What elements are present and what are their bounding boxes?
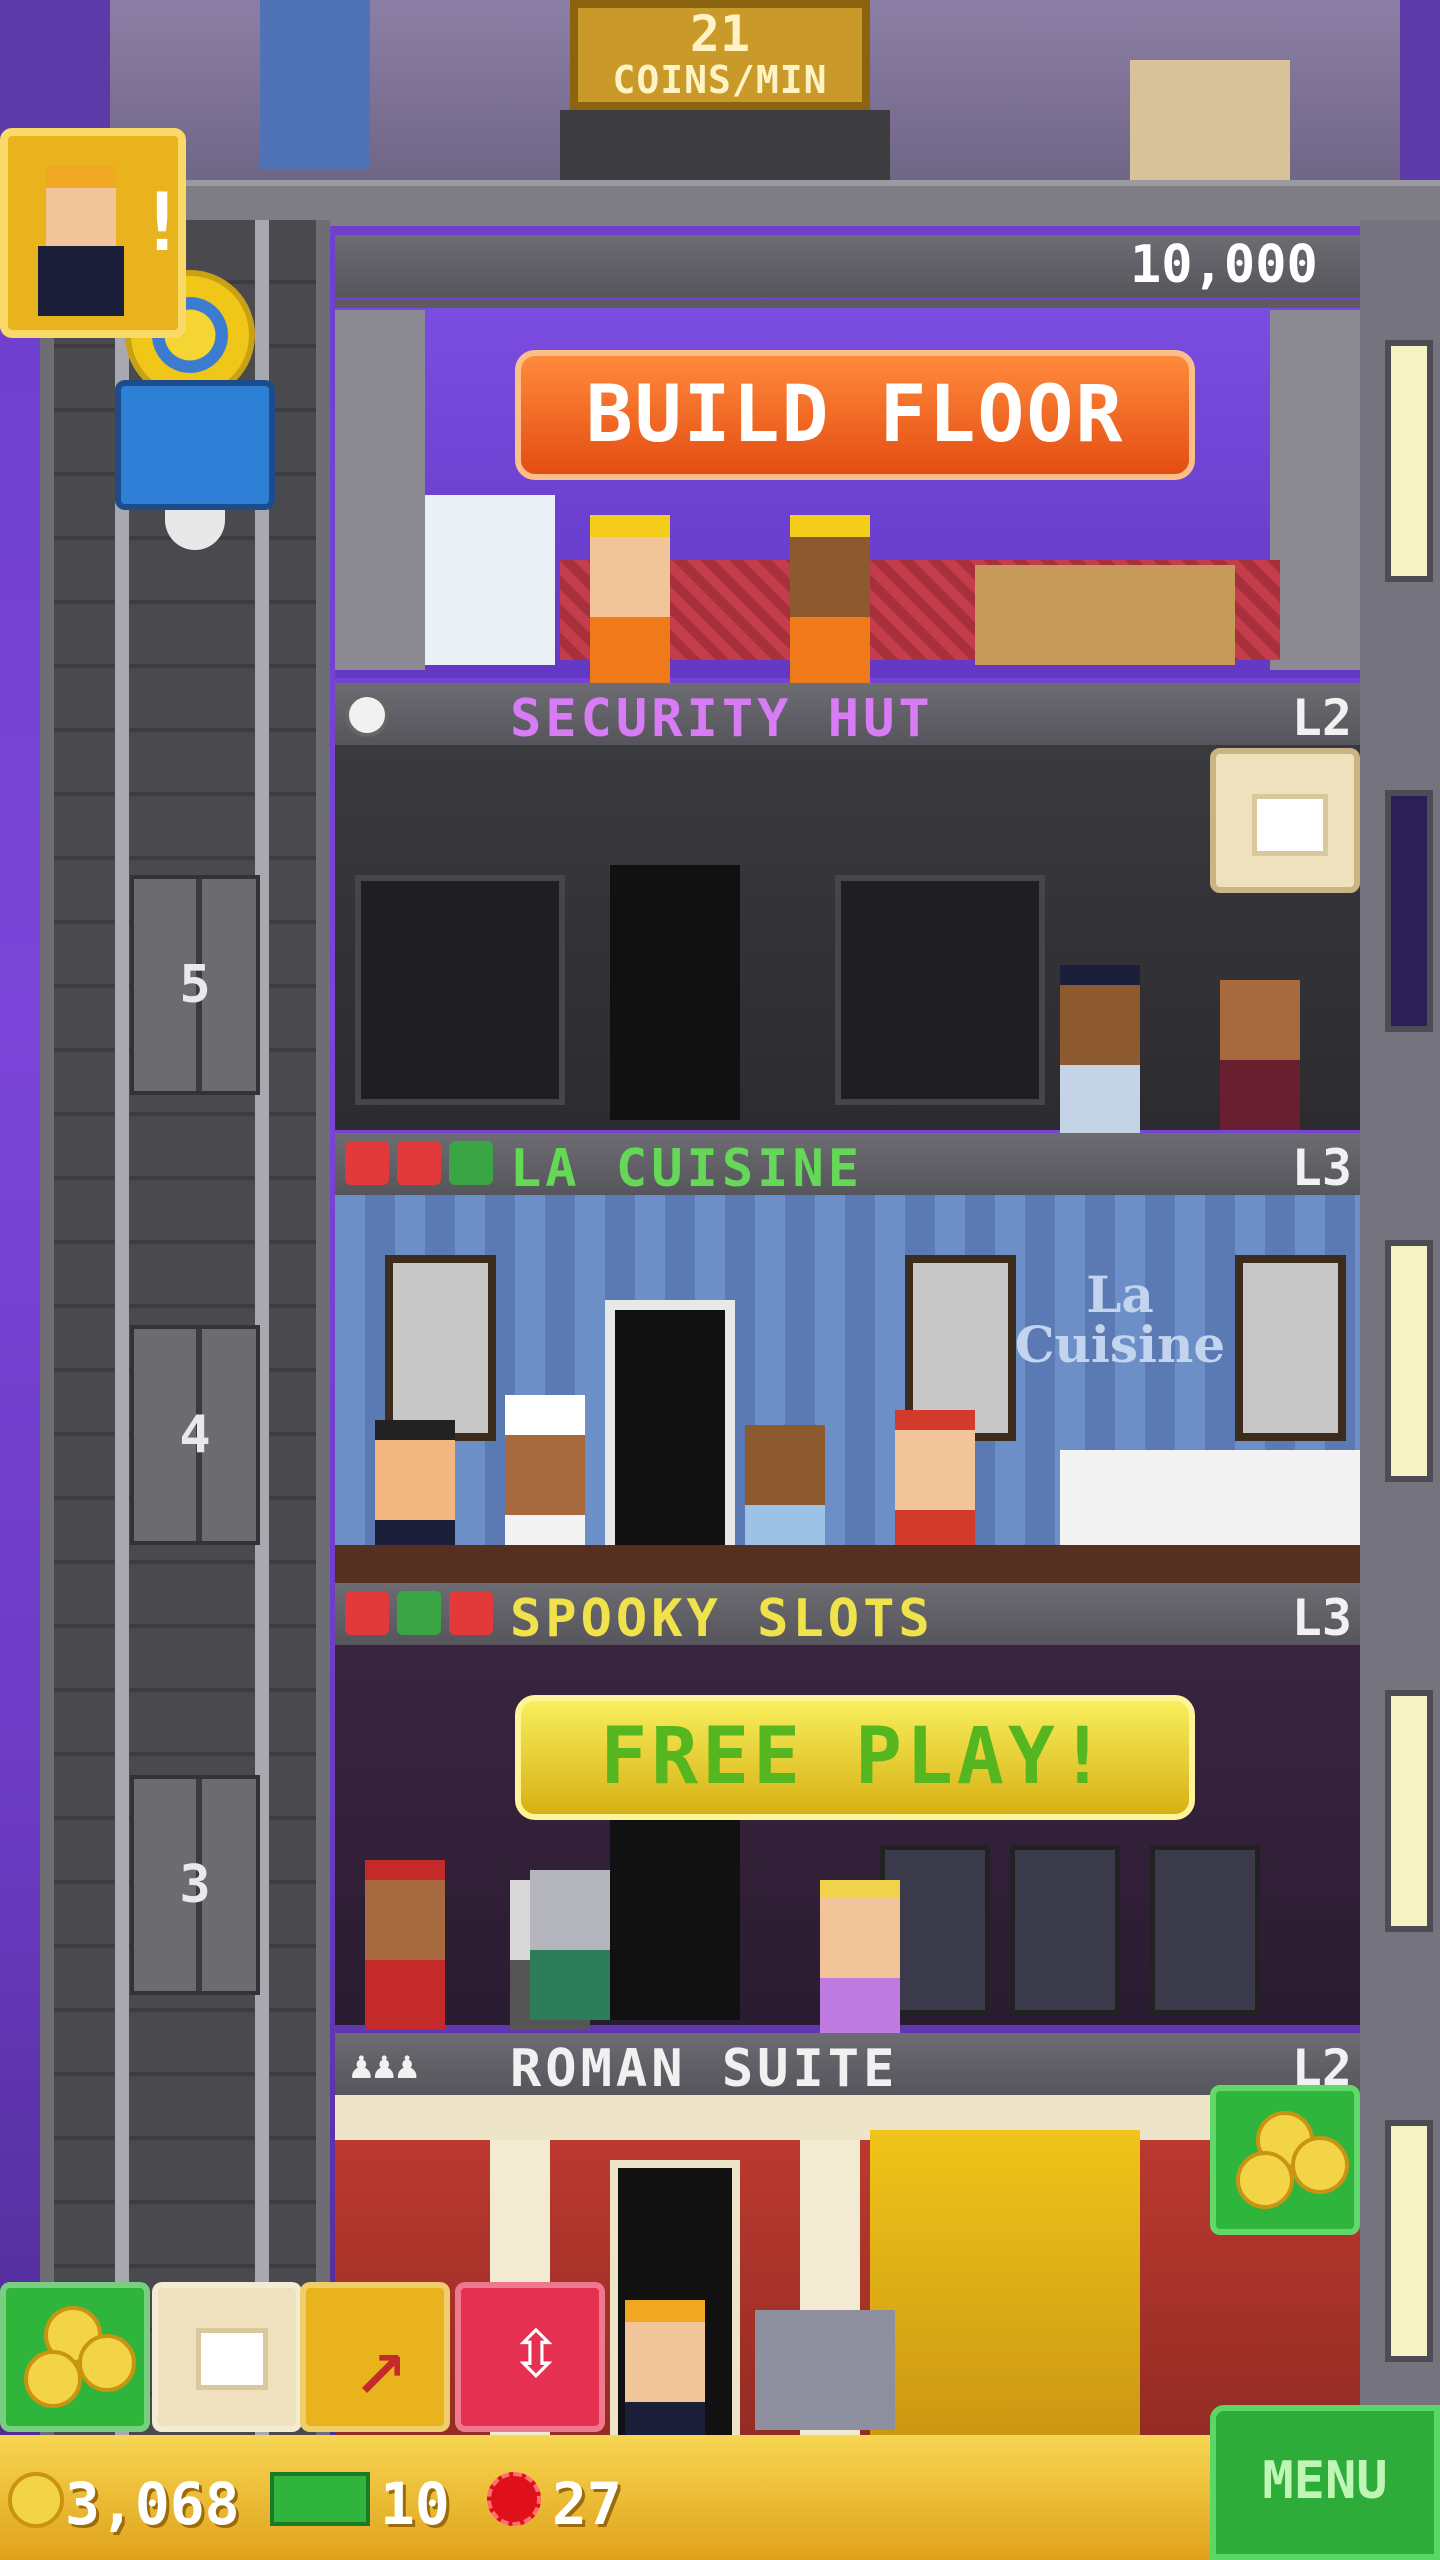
doorway	[605, 1300, 735, 1555]
construction-pillar	[1270, 310, 1360, 670]
bux-count: 10	[380, 2470, 450, 2538]
construction-pillar	[335, 310, 425, 670]
coin-icon	[1291, 2136, 1349, 2194]
zombie-bitizen[interactable]	[530, 1870, 610, 2020]
dining-table	[1060, 1450, 1360, 1545]
visitor-avatar-icon	[46, 166, 116, 258]
coin-icon	[8, 2472, 64, 2528]
floor-title-security-hut: SECURITY HUT	[510, 689, 934, 749]
elevator-button[interactable]: ⇳	[455, 2282, 605, 2432]
restaurant-sign: La Cuisine	[1014, 1265, 1226, 1374]
vip-visitor-button[interactable]: !	[0, 128, 186, 338]
floor-title-la-cuisine: LA CUISINE	[510, 1139, 864, 1199]
floor-number-4: 4	[179, 1405, 211, 1465]
floor-number-3: 3	[179, 1855, 211, 1915]
construction-glass-panel	[425, 495, 555, 665]
bitizen[interactable]	[820, 1880, 900, 2048]
bitizen[interactable]	[1220, 980, 1300, 1130]
slot-machine	[1150, 1845, 1260, 2015]
stock-full-icon	[397, 1591, 441, 1635]
build-floor-button[interactable]: BUILD FLOOR	[515, 350, 1195, 480]
build-floor-price: 10,000	[1130, 235, 1318, 295]
construction-worker[interactable]	[790, 515, 870, 687]
menu-button[interactable]: MENU	[1210, 2405, 1440, 2560]
roof-ledge	[180, 180, 1440, 226]
lobby-ticket-button[interactable]	[1210, 748, 1360, 893]
window	[1385, 1240, 1433, 1482]
elevator-body	[115, 380, 275, 510]
security-monitor	[835, 875, 1045, 1105]
stock-full-icon	[449, 1141, 493, 1185]
income-rate-value: 21	[689, 5, 751, 63]
roof-door	[260, 0, 370, 170]
income-rate-unit: COINS/MIN	[612, 58, 828, 102]
wall-painting	[385, 1255, 496, 1441]
security-monitor	[355, 875, 565, 1105]
doorway	[610, 865, 740, 1120]
free-play-button[interactable]: FREE PLAY!	[515, 1695, 1195, 1820]
ticket-icon	[196, 2328, 268, 2390]
stock-empty-icon	[397, 1141, 441, 1185]
lobby-button[interactable]	[152, 2282, 302, 2432]
up-down-arrows-icon: ⇳	[508, 2295, 564, 2400]
collect-coins-button[interactable]	[1210, 2085, 1360, 2235]
roof-crate	[1130, 60, 1290, 180]
window	[1385, 1690, 1433, 1932]
construction-crates	[975, 565, 1235, 665]
wall-painting	[1235, 1255, 1346, 1441]
bux-icon	[270, 2472, 370, 2526]
stock-empty-icon	[345, 1141, 389, 1185]
roof-machine	[560, 110, 890, 180]
restaurant-floor	[335, 1545, 1360, 1585]
security-guard[interactable]	[1060, 965, 1140, 1135]
floor-level-la-cuisine: L3	[1291, 1139, 1352, 1197]
floor-title-roman-suite: ROMAN SUITE	[510, 2039, 899, 2099]
coin-icon	[78, 2334, 136, 2392]
coin-icon	[1236, 2151, 1294, 2209]
clock-icon	[345, 693, 389, 737]
ticket-icon	[1252, 794, 1328, 856]
coins-count: 3,068	[65, 2470, 240, 2538]
window	[1385, 790, 1433, 1032]
visitor-suit	[38, 246, 124, 316]
coin-icon	[24, 2350, 82, 2408]
build-tools-button[interactable]: ↗	[300, 2282, 450, 2432]
doorway	[610, 1790, 740, 2020]
window	[1385, 340, 1433, 582]
tickets-count: 27	[552, 2470, 622, 2538]
stock-empty-icon	[449, 1591, 493, 1635]
suite-curtain	[870, 2130, 1140, 2460]
floor-title-spooky-slots: SPOOKY SLOTS	[510, 1589, 934, 1649]
floor-number-5: 5	[179, 955, 211, 1015]
ticket-icon	[487, 2472, 541, 2526]
stock-empty-icon	[345, 1591, 389, 1635]
income-rate-sign: 21 COINS/MIN	[570, 0, 870, 110]
elevator-light	[165, 510, 225, 550]
slot-machine	[1010, 1845, 1120, 2015]
construction-worker[interactable]	[590, 515, 670, 687]
floor-level-spooky-slots: L3	[1291, 1589, 1352, 1647]
zombie-bitizen[interactable]	[755, 2310, 895, 2430]
alert-icon: !	[138, 176, 187, 269]
pencil-icon: ↗	[353, 2310, 409, 2415]
residents-icon: ♟♟♟	[350, 2043, 419, 2087]
coins-button[interactable]	[0, 2282, 150, 2432]
floor-level-security-hut: L2	[1291, 689, 1352, 747]
suite-cornice	[335, 2095, 1360, 2140]
window	[1385, 2120, 1433, 2362]
bellhop[interactable]	[365, 1860, 445, 2030]
